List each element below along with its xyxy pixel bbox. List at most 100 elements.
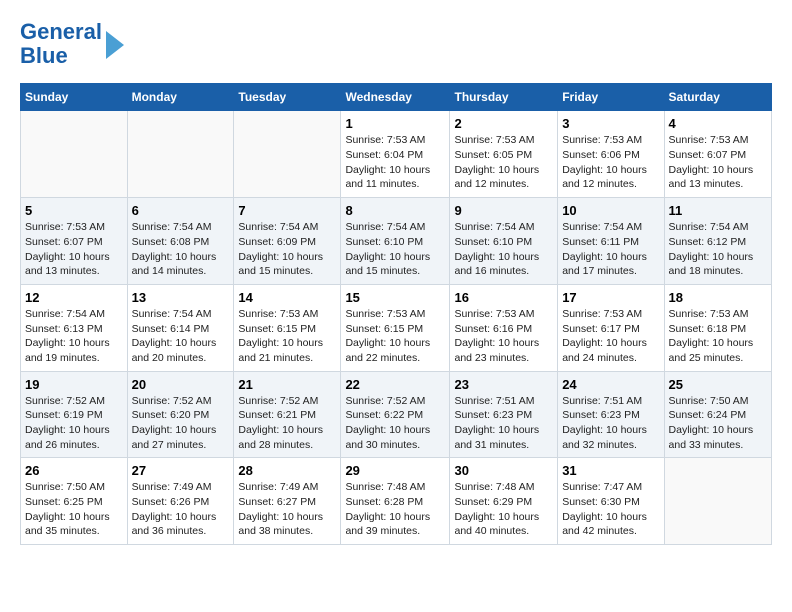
calendar-cell: 6Sunrise: 7:54 AMSunset: 6:08 PMDaylight… — [127, 198, 234, 285]
day-number: 1 — [345, 116, 445, 131]
cell-info: Sunrise: 7:53 AM — [454, 307, 553, 322]
cell-info: Sunset: 6:23 PM — [562, 408, 659, 423]
day-number: 16 — [454, 290, 553, 305]
calendar-cell — [664, 458, 771, 545]
calendar-week-row: 5Sunrise: 7:53 AMSunset: 6:07 PMDaylight… — [21, 198, 772, 285]
cell-info: Sunrise: 7:54 AM — [25, 307, 123, 322]
cell-info: Daylight: 10 hours and 30 minutes. — [345, 423, 445, 452]
cell-info: Sunrise: 7:50 AM — [669, 394, 767, 409]
cell-info: Sunrise: 7:51 AM — [562, 394, 659, 409]
cell-info: Sunset: 6:23 PM — [454, 408, 553, 423]
calendar-cell: 11Sunrise: 7:54 AMSunset: 6:12 PMDayligh… — [664, 198, 771, 285]
day-number: 12 — [25, 290, 123, 305]
cell-info: Sunrise: 7:54 AM — [345, 220, 445, 235]
header-monday: Monday — [127, 84, 234, 111]
header-tuesday: Tuesday — [234, 84, 341, 111]
day-number: 29 — [345, 463, 445, 478]
calendar-cell: 29Sunrise: 7:48 AMSunset: 6:28 PMDayligh… — [341, 458, 450, 545]
cell-info: Daylight: 10 hours and 17 minutes. — [562, 250, 659, 279]
cell-info: Daylight: 10 hours and 13 minutes. — [669, 163, 767, 192]
calendar-week-row: 1Sunrise: 7:53 AMSunset: 6:04 PMDaylight… — [21, 111, 772, 198]
calendar-cell: 20Sunrise: 7:52 AMSunset: 6:20 PMDayligh… — [127, 371, 234, 458]
cell-info: Daylight: 10 hours and 13 minutes. — [25, 250, 123, 279]
cell-info: Daylight: 10 hours and 14 minutes. — [132, 250, 230, 279]
cell-info: Sunset: 6:17 PM — [562, 322, 659, 337]
cell-info: Sunset: 6:24 PM — [669, 408, 767, 423]
cell-info: Sunrise: 7:49 AM — [238, 480, 336, 495]
cell-info: Sunset: 6:26 PM — [132, 495, 230, 510]
cell-info: Sunrise: 7:49 AM — [132, 480, 230, 495]
calendar-cell: 5Sunrise: 7:53 AMSunset: 6:07 PMDaylight… — [21, 198, 128, 285]
cell-info: Daylight: 10 hours and 33 minutes. — [669, 423, 767, 452]
calendar-cell: 10Sunrise: 7:54 AMSunset: 6:11 PMDayligh… — [558, 198, 664, 285]
calendar-cell: 1Sunrise: 7:53 AMSunset: 6:04 PMDaylight… — [341, 111, 450, 198]
header-sunday: Sunday — [21, 84, 128, 111]
cell-info: Sunset: 6:14 PM — [132, 322, 230, 337]
calendar-cell: 21Sunrise: 7:52 AMSunset: 6:21 PMDayligh… — [234, 371, 341, 458]
cell-info: Daylight: 10 hours and 23 minutes. — [454, 336, 553, 365]
cell-info: Sunset: 6:07 PM — [25, 235, 123, 250]
calendar-cell: 12Sunrise: 7:54 AMSunset: 6:13 PMDayligh… — [21, 284, 128, 371]
calendar-cell: 25Sunrise: 7:50 AMSunset: 6:24 PMDayligh… — [664, 371, 771, 458]
calendar-cell — [21, 111, 128, 198]
cell-info: Sunrise: 7:54 AM — [562, 220, 659, 235]
header-saturday: Saturday — [664, 84, 771, 111]
calendar-cell: 31Sunrise: 7:47 AMSunset: 6:30 PMDayligh… — [558, 458, 664, 545]
day-number: 4 — [669, 116, 767, 131]
cell-info: Sunrise: 7:48 AM — [345, 480, 445, 495]
cell-info: Daylight: 10 hours and 19 minutes. — [25, 336, 123, 365]
cell-info: Daylight: 10 hours and 12 minutes. — [562, 163, 659, 192]
cell-info: Sunrise: 7:53 AM — [562, 307, 659, 322]
page-header: General Blue — [20, 20, 772, 68]
day-number: 6 — [132, 203, 230, 218]
calendar-cell: 8Sunrise: 7:54 AMSunset: 6:10 PMDaylight… — [341, 198, 450, 285]
cell-info: Sunrise: 7:52 AM — [25, 394, 123, 409]
cell-info: Sunset: 6:25 PM — [25, 495, 123, 510]
cell-info: Sunset: 6:05 PM — [454, 148, 553, 163]
cell-info: Sunset: 6:29 PM — [454, 495, 553, 510]
cell-info: Daylight: 10 hours and 42 minutes. — [562, 510, 659, 539]
cell-info: Sunrise: 7:53 AM — [562, 133, 659, 148]
calendar-cell: 13Sunrise: 7:54 AMSunset: 6:14 PMDayligh… — [127, 284, 234, 371]
cell-info: Daylight: 10 hours and 16 minutes. — [454, 250, 553, 279]
day-number: 30 — [454, 463, 553, 478]
day-number: 5 — [25, 203, 123, 218]
cell-info: Sunset: 6:30 PM — [562, 495, 659, 510]
cell-info: Sunset: 6:16 PM — [454, 322, 553, 337]
header-thursday: Thursday — [450, 84, 558, 111]
cell-info: Sunrise: 7:53 AM — [669, 133, 767, 148]
day-number: 13 — [132, 290, 230, 305]
day-number: 11 — [669, 203, 767, 218]
cell-info: Sunset: 6:10 PM — [345, 235, 445, 250]
day-number: 27 — [132, 463, 230, 478]
day-number: 9 — [454, 203, 553, 218]
cell-info: Sunrise: 7:53 AM — [454, 133, 553, 148]
calendar-header-row: SundayMondayTuesdayWednesdayThursdayFrid… — [21, 84, 772, 111]
calendar-cell: 26Sunrise: 7:50 AMSunset: 6:25 PMDayligh… — [21, 458, 128, 545]
cell-info: Sunrise: 7:54 AM — [669, 220, 767, 235]
cell-info: Sunset: 6:22 PM — [345, 408, 445, 423]
day-number: 2 — [454, 116, 553, 131]
day-number: 17 — [562, 290, 659, 305]
cell-info: Daylight: 10 hours and 15 minutes. — [238, 250, 336, 279]
day-number: 3 — [562, 116, 659, 131]
cell-info: Sunset: 6:12 PM — [669, 235, 767, 250]
cell-info: Daylight: 10 hours and 35 minutes. — [25, 510, 123, 539]
day-number: 24 — [562, 377, 659, 392]
cell-info: Sunset: 6:20 PM — [132, 408, 230, 423]
calendar-cell: 24Sunrise: 7:51 AMSunset: 6:23 PMDayligh… — [558, 371, 664, 458]
cell-info: Daylight: 10 hours and 28 minutes. — [238, 423, 336, 452]
calendar-cell — [127, 111, 234, 198]
cell-info: Daylight: 10 hours and 38 minutes. — [238, 510, 336, 539]
calendar-cell: 18Sunrise: 7:53 AMSunset: 6:18 PMDayligh… — [664, 284, 771, 371]
calendar-cell: 15Sunrise: 7:53 AMSunset: 6:15 PMDayligh… — [341, 284, 450, 371]
cell-info: Sunrise: 7:48 AM — [454, 480, 553, 495]
cell-info: Sunset: 6:06 PM — [562, 148, 659, 163]
logo: General Blue — [20, 20, 124, 68]
cell-info: Sunset: 6:28 PM — [345, 495, 445, 510]
cell-info: Sunrise: 7:53 AM — [669, 307, 767, 322]
logo-arrow-icon — [106, 31, 124, 59]
cell-info: Sunrise: 7:47 AM — [562, 480, 659, 495]
day-number: 14 — [238, 290, 336, 305]
cell-info: Daylight: 10 hours and 26 minutes. — [25, 423, 123, 452]
